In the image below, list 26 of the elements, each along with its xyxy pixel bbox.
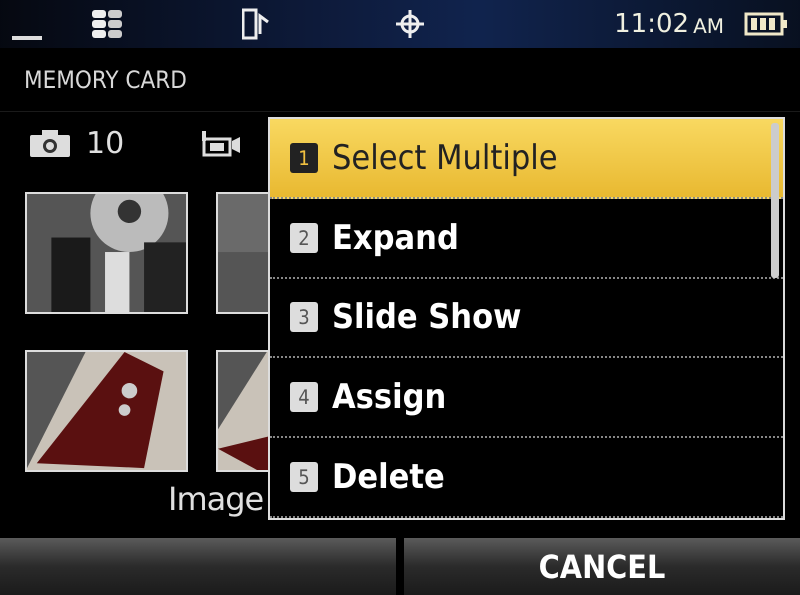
section-title: MEMORY CARD xyxy=(24,66,187,94)
menu-item-label: Slide Show xyxy=(332,297,522,338)
left-softkey[interactable] xyxy=(0,538,396,595)
clock-time: 11:02 xyxy=(614,9,690,39)
number-key-label: 1 xyxy=(290,142,318,173)
number-key-label: 5 xyxy=(290,462,318,492)
menu-item-label: Select Multiple xyxy=(332,138,558,178)
camera-icon xyxy=(30,129,70,157)
number-key-label: 2 xyxy=(290,222,318,253)
crosshair-icon xyxy=(395,9,425,39)
scrollbar[interactable] xyxy=(771,123,779,278)
number-key-label: 3 xyxy=(290,302,318,332)
video-camera-icon xyxy=(200,129,242,157)
menu-item[interactable]: 1 Select Multiple xyxy=(270,119,783,199)
file-name: Image xyxy=(168,480,264,520)
menu-item-label: Expand xyxy=(332,218,459,258)
clock-ampm: AM xyxy=(693,14,724,38)
photo-count: 10 xyxy=(86,126,124,160)
number-key-label: 4 xyxy=(290,382,318,412)
menu-item-label: Assign xyxy=(332,377,446,418)
cancel-button[interactable]: CANCEL xyxy=(404,538,800,595)
menu-item[interactable]: 3 Slide Show xyxy=(270,278,783,358)
stack-icon xyxy=(92,8,122,40)
battery-icon xyxy=(744,12,788,36)
menu-item-label: Delete xyxy=(332,457,445,498)
phone-music-icon xyxy=(242,8,270,40)
